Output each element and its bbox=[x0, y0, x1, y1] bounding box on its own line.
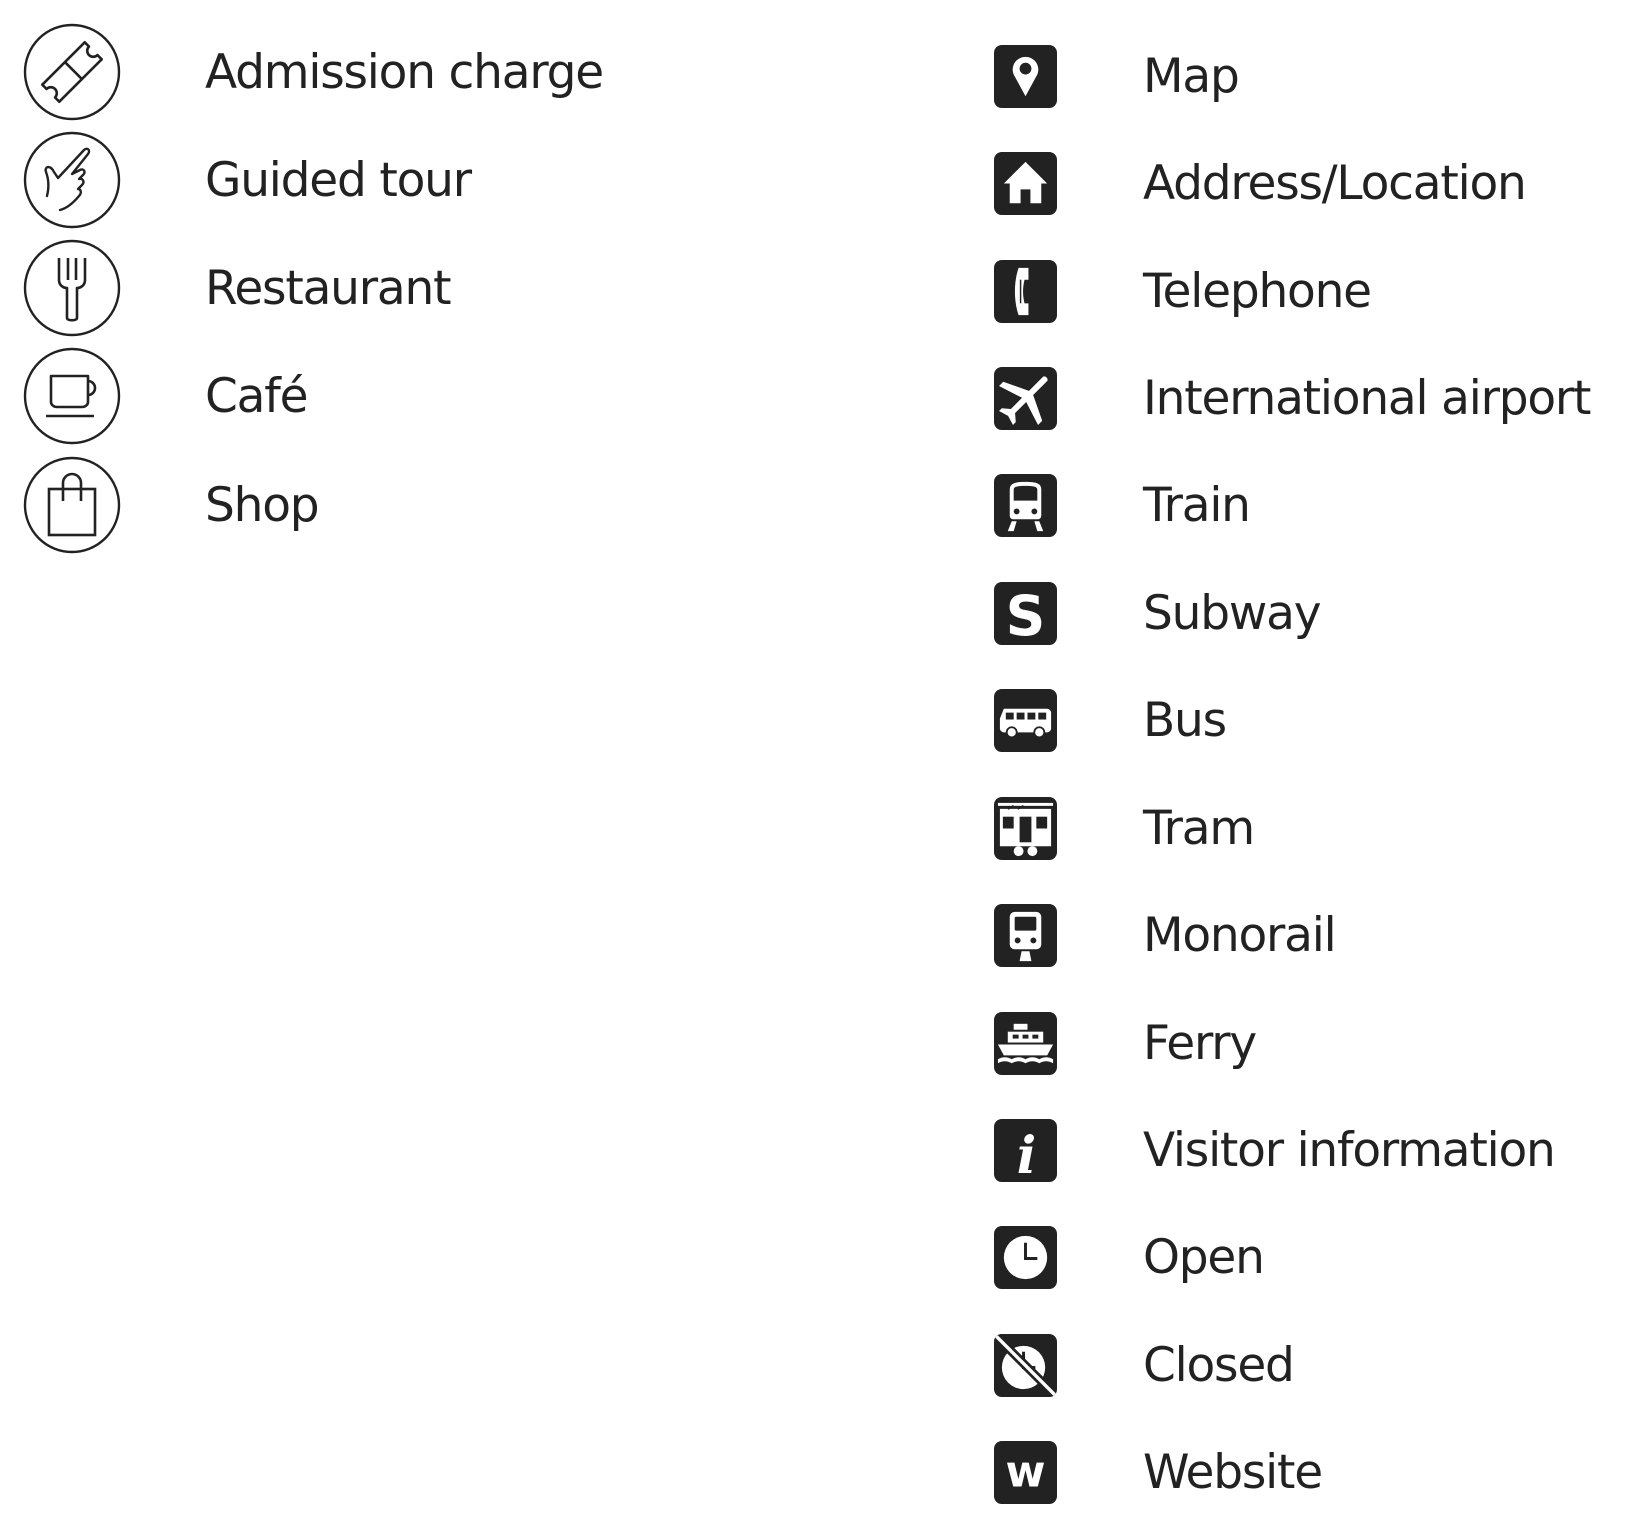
legend-label: Telephone bbox=[1143, 263, 1372, 319]
train-icon bbox=[994, 473, 1057, 537]
legend-label: Restaurant bbox=[205, 260, 452, 316]
legend-label: Café bbox=[205, 368, 308, 424]
bus-icon bbox=[994, 688, 1057, 752]
legend-label: Open bbox=[1143, 1229, 1265, 1285]
legend-label: Visitor information bbox=[1143, 1122, 1556, 1178]
legend-item-visitor-information: i Visitor information bbox=[994, 1100, 1556, 1200]
legend-label: Shop bbox=[205, 477, 320, 533]
legend-item-guided-tour: Guided tour bbox=[22, 130, 472, 230]
svg-text:S: S bbox=[1006, 584, 1046, 645]
legend-label: Ferry bbox=[1143, 1015, 1257, 1071]
info-icon: i bbox=[994, 1118, 1057, 1182]
ticket-icon bbox=[23, 23, 121, 121]
legend-label: Address/Location bbox=[1143, 155, 1527, 211]
legend-label: Train bbox=[1143, 477, 1251, 533]
clock-icon bbox=[994, 1225, 1057, 1289]
legend-label: Closed bbox=[1143, 1337, 1295, 1393]
legend-item-airport: International airport bbox=[994, 348, 1591, 448]
legend-item-map: Map bbox=[994, 26, 1240, 126]
legend-item-bus: Bus bbox=[994, 670, 1227, 770]
legend-item-telephone: Telephone bbox=[994, 241, 1372, 341]
legend-item-ferry: Ferry bbox=[994, 993, 1257, 1093]
house-icon bbox=[994, 151, 1057, 215]
legend-item-train: Train bbox=[994, 455, 1251, 555]
legend-item-admission-charge: Admission charge bbox=[22, 22, 604, 122]
map-pin-icon bbox=[994, 44, 1057, 108]
legend-label: Website bbox=[1143, 1444, 1323, 1500]
pointing-hand-icon bbox=[23, 131, 121, 229]
legend-item-open: Open bbox=[994, 1207, 1265, 1307]
legend-label: Tram bbox=[1143, 800, 1255, 856]
legend-label: Admission charge bbox=[205, 44, 604, 100]
legend-item-subway: S Subway bbox=[994, 563, 1322, 663]
coffee-cup-icon bbox=[23, 347, 121, 445]
telephone-icon bbox=[994, 259, 1057, 323]
legend-item-shop: Shop bbox=[22, 455, 320, 555]
shopping-bag-icon bbox=[23, 456, 121, 554]
legend-item-address: Address/Location bbox=[994, 133, 1527, 233]
airplane-icon bbox=[994, 366, 1057, 430]
svg-text:i: i bbox=[1017, 1126, 1036, 1182]
subway-icon: S bbox=[994, 581, 1057, 645]
legend-item-tram: Tram bbox=[994, 778, 1255, 878]
legend-label: Map bbox=[1143, 48, 1240, 104]
fork-icon bbox=[23, 239, 121, 337]
legend-item-closed: Closed bbox=[994, 1315, 1295, 1415]
clock-crossed-icon bbox=[994, 1333, 1057, 1397]
monorail-icon bbox=[994, 903, 1057, 967]
website-icon: w bbox=[994, 1440, 1057, 1504]
tram-icon bbox=[994, 796, 1057, 860]
legend-label: International airport bbox=[1143, 370, 1591, 426]
legend-label: Monorail bbox=[1143, 907, 1337, 963]
svg-text:w: w bbox=[1006, 1447, 1046, 1497]
legend-item-restaurant: Restaurant bbox=[22, 238, 452, 338]
legend-item-monorail: Monorail bbox=[994, 885, 1337, 985]
legend-item-cafe: Café bbox=[22, 346, 308, 446]
ferry-icon bbox=[994, 1011, 1057, 1075]
legend-label: Subway bbox=[1143, 585, 1322, 641]
legend-label: Guided tour bbox=[205, 152, 472, 208]
legend-item-website: w Website bbox=[994, 1422, 1323, 1522]
legend-label: Bus bbox=[1143, 692, 1227, 748]
